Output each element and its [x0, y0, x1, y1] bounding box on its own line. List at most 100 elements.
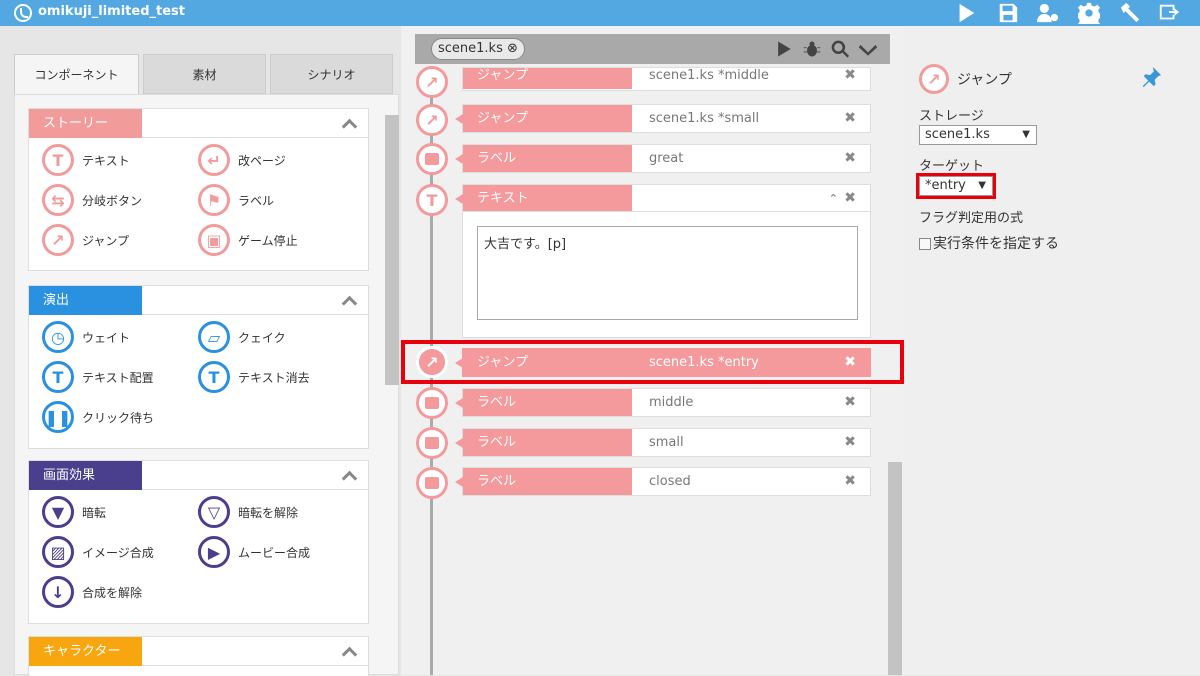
shake-icon: ▱ — [198, 321, 230, 353]
text-layout-icon: T — [42, 361, 74, 393]
comp-movie-compose[interactable]: ▶ ムービー合成 — [198, 536, 310, 568]
comp-text-clear[interactable]: T テキスト消去 — [198, 361, 310, 393]
comp-blackout-release[interactable]: ▽ 暗転を解除 — [198, 496, 298, 528]
users-gear-icon[interactable] — [1036, 1, 1060, 25]
properties-panel: ↗ ジャンプ ストレージ scene1.ks ▼ ターゲット *entry ▼ フラ… — [904, 26, 1200, 675]
comp-label: テキスト — [82, 153, 130, 168]
target-label: ターゲット — [919, 159, 985, 174]
comp-text[interactable]: T テキスト — [42, 144, 130, 176]
branch-icon: ⇆ — [42, 184, 74, 216]
node-tag: ラベル — [455, 468, 632, 495]
delete-icon[interactable]: ✖ — [844, 468, 856, 495]
file-tab[interactable]: scene1.ks ⊗ — [431, 38, 525, 60]
delete-icon[interactable]: ✖ — [844, 145, 856, 172]
left-scrollbar[interactable] — [385, 115, 399, 385]
delete-icon[interactable]: ✖ — [844, 389, 856, 416]
comp-label: 暗転を解除 — [238, 505, 299, 520]
node-row[interactable]: ジャンプ scene1.ks *small ✖ — [455, 104, 871, 133]
text-editor-box: 大吉です。[p] — [462, 211, 871, 338]
node-row[interactable]: テキスト ⌃ ✖ — [455, 184, 871, 213]
stop-window-icon: ▣ — [198, 224, 230, 256]
jump-node-icon: ↗ — [416, 104, 448, 136]
selection-highlight — [401, 340, 904, 384]
comp-label: ゲーム停止 — [238, 233, 298, 248]
bug-icon[interactable] — [802, 39, 822, 59]
comp-label: テキスト配置 — [82, 370, 154, 385]
search-icon[interactable] — [830, 39, 850, 59]
chevron-up-icon[interactable] — [342, 469, 354, 481]
delete-icon[interactable]: ✖ — [844, 185, 856, 212]
node-tag: テキスト — [455, 185, 632, 212]
group-title-story: ストーリー — [29, 109, 142, 138]
target-highlight-box — [916, 173, 996, 199]
delete-icon[interactable]: ✖ — [844, 68, 856, 89]
delete-icon[interactable]: ✖ — [844, 105, 856, 132]
tab-materials[interactable]: 素材 — [143, 54, 266, 94]
tab-scenario[interactable]: シナリオ — [270, 54, 393, 94]
text-content-field[interactable]: 大吉です。[p] — [477, 226, 858, 320]
jump-icon: ↗ — [42, 224, 74, 256]
comp-blackout[interactable]: ▼ 暗転 — [42, 496, 106, 528]
play-icon[interactable] — [774, 39, 794, 59]
comp-label: 分岐ボタン — [82, 193, 143, 208]
unlink-icon: ↓ — [42, 576, 74, 608]
text-node-icon: T — [416, 184, 448, 216]
node-tag: ラベル — [455, 145, 632, 172]
node-row[interactable]: ジャンプ scene1.ks *middle ✖ — [462, 67, 871, 91]
collapse-chevron-icon[interactable]: ⌃ — [829, 185, 838, 212]
comp-quake[interactable]: ▱ クェイク — [198, 321, 286, 353]
tab-components[interactable]: コンポーネント — [14, 54, 139, 94]
comp-game-stop[interactable]: ▣ ゲーム停止 — [198, 224, 298, 256]
delete-icon[interactable]: ✖ — [844, 429, 856, 456]
film-icon: ▶ — [198, 536, 230, 568]
gear-icon[interactable] — [1077, 1, 1101, 25]
comp-label: 合成を解除 — [82, 585, 143, 600]
chevron-down-icon[interactable] — [858, 39, 878, 59]
group-title-character: キャラクター — [29, 637, 142, 666]
comp-wait[interactable]: ◷ ウェイト — [42, 321, 130, 353]
play-icon[interactable] — [954, 1, 978, 25]
component-panel: コンポーネント 素材 シナリオ ストーリー T テキスト ↵ 改ページ ⇆ 分岐ボタン… — [14, 54, 399, 676]
return-arrow-icon: ↵ — [198, 144, 230, 176]
comp-compose-release[interactable]: ↓ 合成を解除 — [42, 576, 142, 608]
dropdown-arrow-icon: ▼ — [1022, 129, 1030, 140]
comp-jump[interactable]: ↗ ジャンプ — [42, 224, 129, 256]
file-tab-label: scene1.ks — [438, 41, 503, 56]
chevron-up-icon[interactable] — [342, 117, 354, 129]
comp-pagebreak[interactable]: ↵ 改ページ — [198, 144, 286, 176]
group-effects: 演出 ◷ ウェイト ▱ クェイク T テキスト配置 T テキスト消去 ❚❚ クリック待ち — [28, 285, 369, 449]
comp-label-item[interactable]: ⚑ ラベル — [198, 184, 274, 216]
close-tab-icon[interactable]: ⊗ — [507, 41, 518, 56]
condition-checkbox[interactable] — [919, 238, 931, 250]
app-title: omikuji_limited_test — [38, 4, 185, 19]
pause-icon: ❚❚ — [42, 401, 74, 433]
node-tag: ラベル — [455, 389, 632, 416]
save-icon[interactable] — [996, 1, 1020, 25]
hammer-icon[interactable] — [1118, 1, 1142, 25]
condition-label: 実行条件を指定する — [933, 236, 1059, 252]
node-row[interactable]: ラベル great ✖ — [455, 144, 871, 173]
comp-label: 暗転 — [82, 505, 107, 520]
shield-icon: ▽ — [198, 496, 230, 528]
comp-text-position[interactable]: T テキスト配置 — [42, 361, 154, 393]
comp-label: ジャンプ — [82, 233, 130, 248]
comp-click-wait[interactable]: ❚❚ クリック待ち — [42, 401, 154, 433]
editor-scrollbar[interactable] — [888, 462, 902, 675]
comp-branch-button[interactable]: ⇆ 分岐ボタン — [42, 184, 142, 216]
pin-icon[interactable] — [1140, 66, 1162, 88]
chevron-up-icon[interactable] — [342, 294, 354, 306]
shield-icon: ▼ — [42, 496, 74, 528]
comp-image-compose[interactable]: ▨ イメージ合成 — [42, 536, 154, 568]
group-title-screen: 画面効果 — [29, 461, 142, 490]
export-icon[interactable] — [1157, 1, 1181, 25]
node-row[interactable]: ラベル closed ✖ — [455, 467, 871, 496]
clock-icon: ◷ — [42, 321, 74, 353]
left-tabs: コンポーネント 素材 シナリオ — [14, 54, 399, 94]
jump-node-icon: ↗ — [416, 66, 448, 98]
node-row[interactable]: ラベル middle ✖ — [455, 388, 871, 417]
condition-checkbox-row[interactable]: 実行条件を指定する — [919, 233, 1059, 253]
storage-select[interactable]: scene1.ks ▼ — [919, 125, 1037, 145]
chevron-up-icon[interactable] — [342, 645, 354, 657]
node-row[interactable]: ラベル small ✖ — [455, 428, 871, 457]
storage-value: scene1.ks — [925, 127, 990, 142]
